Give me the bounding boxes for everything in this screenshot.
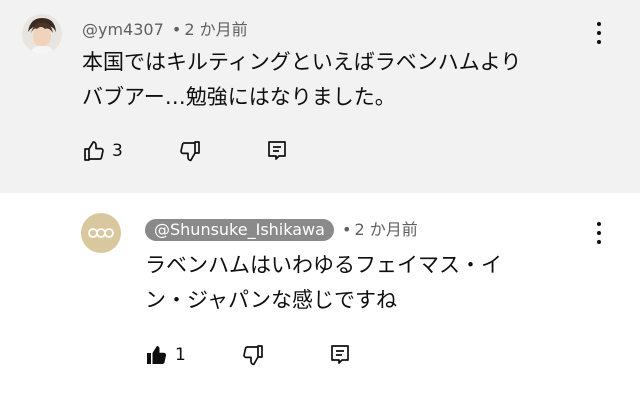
channel-avatar-ooo-icon	[81, 213, 121, 253]
comment-line: バブアー…勉強にはなりました。	[82, 85, 396, 109]
meta-separator: •	[342, 220, 352, 239]
comment-meta: @ym4307 • 2 か月前	[82, 16, 248, 40]
comment-author[interactable]: @ym4307	[82, 20, 164, 39]
creator-handle-chip[interactable]: @Shunsuke_Ishikawa	[145, 219, 334, 241]
reply-button[interactable]	[328, 343, 352, 367]
comment-time[interactable]: 2 か月前	[354, 220, 417, 239]
like-button[interactable]: 1	[145, 343, 186, 367]
comment-line: ラベンハムはいわゆるフェイマス・イ	[145, 253, 502, 277]
more-vert-icon[interactable]	[596, 222, 602, 244]
reply-button[interactable]	[265, 139, 289, 163]
comment-line: 本国ではキルティングといえばラベンハムより	[82, 50, 522, 74]
user-avatar[interactable]	[22, 14, 62, 54]
like-count: 3	[112, 141, 123, 161]
thumb-down-outline-icon	[243, 345, 263, 366]
thumb-up-outline-icon	[84, 141, 104, 161]
like-count: 1	[175, 345, 186, 365]
reply-comment-icon	[331, 345, 349, 364]
comment-thread-parent: @ym4307 • 2 か月前 本国ではキルティングといえばラベンハムより バブア…	[0, 0, 640, 193]
comment-text: 本国ではキルティングといえばラベンハムより バブアー…勉強にはなりました。	[82, 45, 521, 115]
user-avatar-image	[22, 14, 62, 54]
reply-comment-icon	[268, 141, 286, 160]
meta-separator: •	[171, 20, 182, 39]
dislike-button[interactable]	[241, 343, 265, 367]
thumb-up-filled-icon	[147, 346, 167, 364]
like-button[interactable]: 3	[82, 139, 123, 163]
comment-meta: @Shunsuke_Ishikawa • 2 か月前	[145, 216, 418, 241]
more-vert-icon[interactable]	[596, 22, 602, 44]
comment-text: ラベンハムはいわゆるフェイマス・イ ン・ジャパンな感じですね	[145, 248, 502, 318]
comment-time[interactable]: 2 か月前	[184, 20, 247, 39]
comment-line: ン・ジャパンな感じですね	[145, 288, 397, 312]
channel-avatar[interactable]	[81, 213, 121, 253]
thumb-down-outline-icon	[180, 141, 200, 162]
dislike-button[interactable]	[178, 139, 202, 163]
